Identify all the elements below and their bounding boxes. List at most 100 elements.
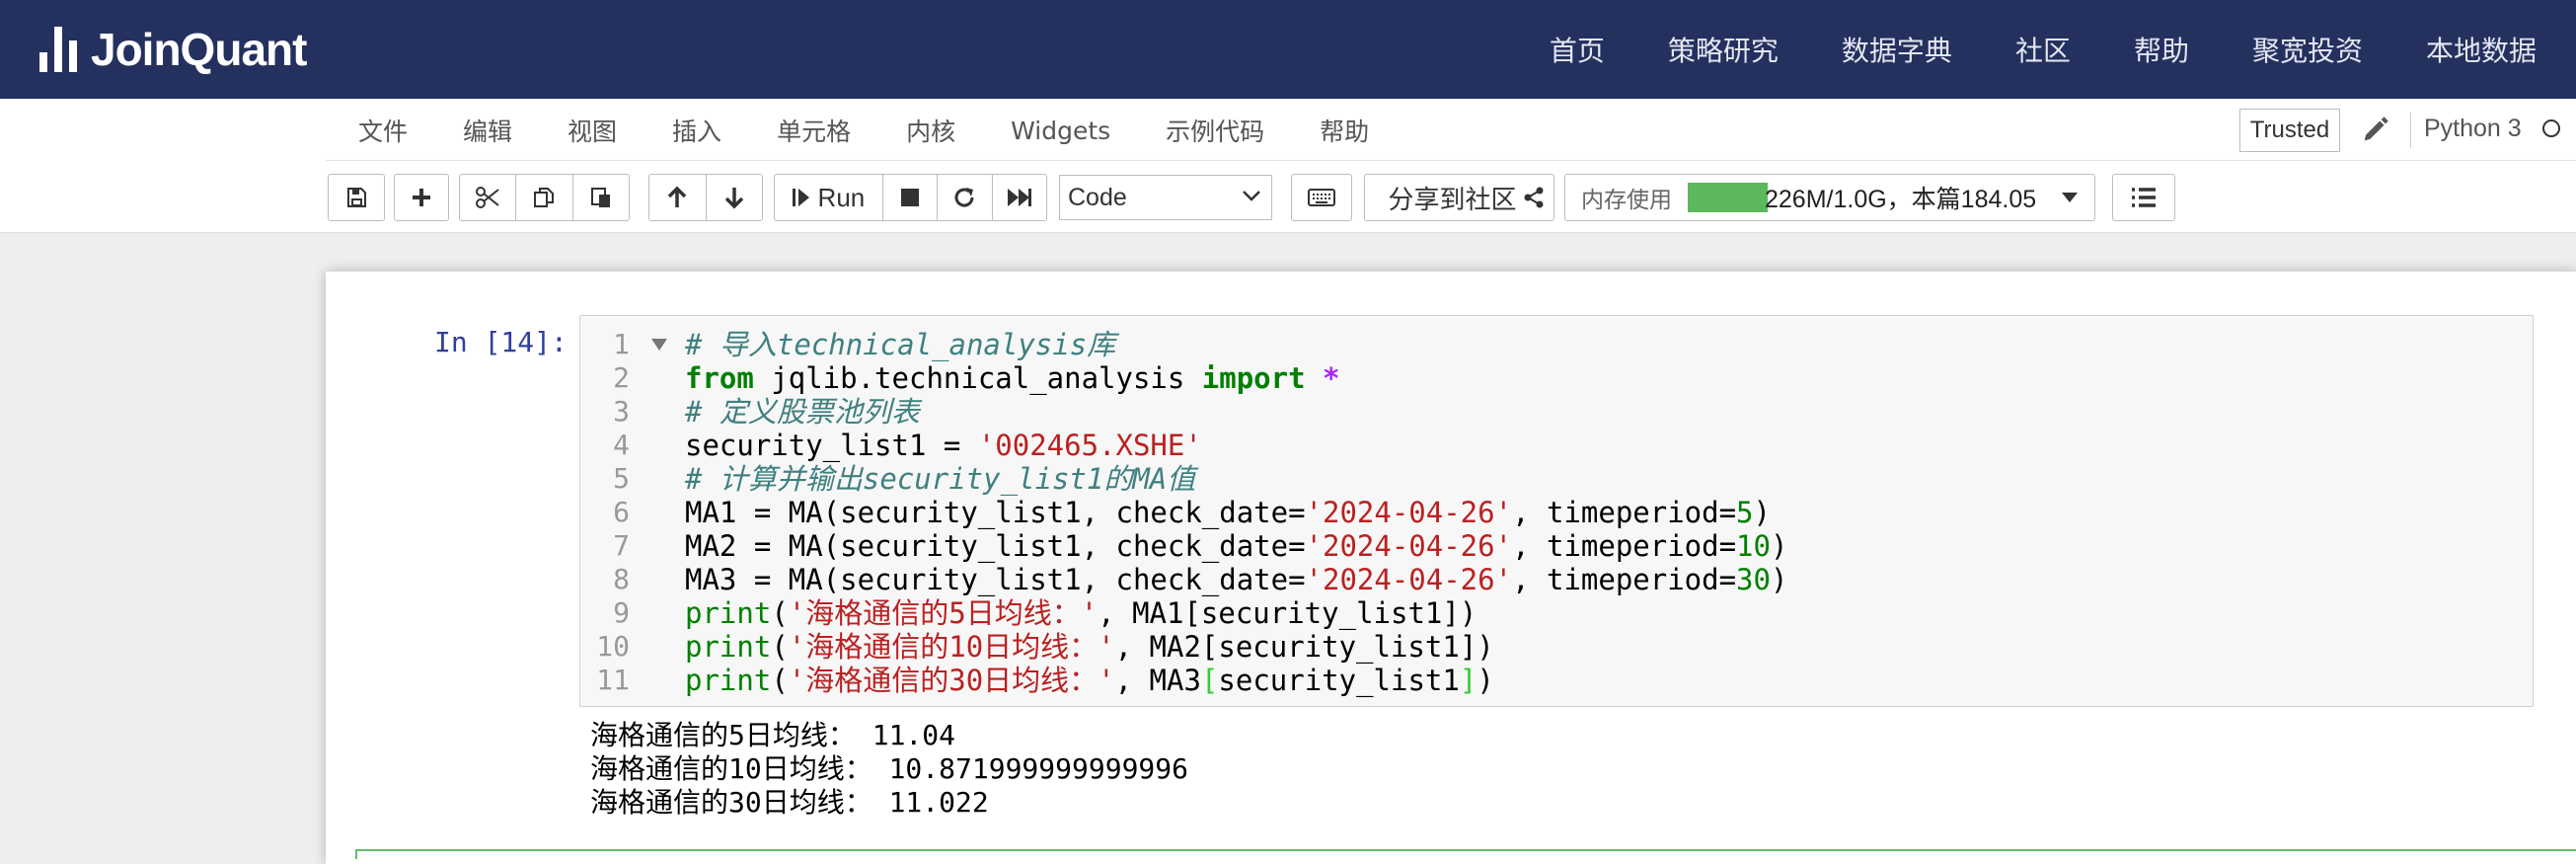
fold-arrow-icon[interactable] [651, 339, 667, 351]
output-line: 海格通信的5日均线： 11.04 [590, 719, 956, 751]
code-token: print [685, 596, 772, 630]
code-line[interactable]: MA1 = MA(security_list1, check_date='202… [685, 496, 1787, 529]
copy-icon [534, 188, 555, 207]
pencil-icon[interactable] [2359, 113, 2392, 146]
share-to-community-button[interactable]: 分享到社区 [1365, 175, 1553, 220]
code-token: # 定义股票池列表 [685, 395, 920, 429]
nav-link-help[interactable]: 帮助 [2134, 30, 2189, 69]
menu-insert[interactable]: 插入 [672, 113, 721, 148]
kernel-name[interactable]: Python 3 [2424, 115, 2522, 143]
code-token: [ [1200, 664, 1219, 697]
code-token: '2024-04-26' [1305, 529, 1513, 563]
code-token: ( [771, 596, 789, 630]
code-line[interactable]: MA3 = MA(security_list1, check_date='202… [685, 563, 1787, 596]
code-token: ) [1770, 563, 1788, 596]
code-line[interactable]: print('海格通信的10日均线：', MA2[security_list1]… [685, 630, 1787, 664]
line-number: 4 [613, 429, 630, 461]
share-icon [1524, 187, 1543, 208]
code-line[interactable]: # 计算并输出security_list1的MA值 [685, 462, 1787, 496]
share-label: 分享到社区 [1388, 185, 1517, 215]
menu-view[interactable]: 视图 [568, 113, 617, 148]
code-token: # 计算并输出security_list1的MA值 [685, 462, 1196, 496]
nav-link-home[interactable]: 首页 [1550, 30, 1605, 69]
cell-type-select[interactable]: Code [1059, 175, 1272, 220]
toc-button-group [2112, 174, 2175, 221]
paste-button[interactable] [573, 175, 629, 220]
code-token: , timeperiod= [1512, 496, 1737, 529]
paste-icon [590, 188, 610, 207]
code-token: ) [1770, 529, 1788, 563]
memory-usage-text: 226M/1.0G，本篇184.05 [1765, 186, 2037, 213]
cell-output: 海格通信的5日均线： 11.04 海格通信的10日均线： 10.871999999… [590, 719, 1188, 820]
code-cell-editor[interactable]: 1 2 3 4 5 6 7 8 9 10 11 # 导入technical_analysis库 fro… [579, 315, 2534, 707]
code-line[interactable]: MA2 = MA(security_list1, check_date='202… [685, 529, 1787, 563]
input-prompt: In [14]: [434, 326, 568, 358]
line-number: 5 [613, 462, 630, 495]
code-token: , MA2[security_list1]) [1114, 630, 1494, 664]
restart-button[interactable] [938, 175, 993, 220]
line-number: 7 [613, 529, 630, 562]
line-number: 3 [613, 395, 630, 428]
code-line[interactable]: print('海格通信的30日均线：', MA3[security_list1]… [685, 664, 1787, 697]
nav-link-strategy-research[interactable]: 策略研究 [1668, 30, 1779, 69]
logo[interactable]: JoinQuant [39, 22, 307, 77]
code-token: MA1 = MA(security_list1, check_date= [685, 496, 1306, 529]
menu-edit[interactable]: 编辑 [463, 113, 512, 148]
command-palette-button[interactable] [1292, 175, 1351, 220]
code-token: , timeperiod= [1512, 529, 1737, 563]
interrupt-button[interactable] [883, 175, 939, 220]
play-icon [792, 189, 809, 206]
table-of-contents-button[interactable] [2113, 175, 2174, 220]
code-token: '2024-04-26' [1305, 563, 1513, 596]
run-button[interactable]: Run [775, 175, 883, 220]
nav-link-community[interactable]: 社区 [2015, 30, 2071, 69]
menu-help[interactable]: 帮助 [1320, 113, 1369, 148]
next-cell-selected-border[interactable] [355, 849, 2576, 859]
copy-button[interactable] [516, 175, 573, 220]
memory-usage-fill [1688, 183, 1769, 212]
code-token: security_list1 = [685, 429, 978, 462]
memory-usage-label: 内存使用 [1581, 188, 1672, 213]
move-down-button[interactable] [707, 175, 763, 220]
move-button-group [648, 174, 763, 221]
top-nav-links: 首页 策略研究 数据字典 社区 帮助 聚宽投资 本地数据 [1486, 0, 2537, 99]
save-icon [347, 188, 366, 207]
code-token: ( [771, 630, 789, 664]
code-content[interactable]: # 导入technical_analysis库 from jqlib.techni… [685, 328, 1787, 697]
code-line[interactable]: print('海格通信的5日均线：', MA1[security_list1]) [685, 596, 1787, 630]
nav-link-local-data[interactable]: 本地数据 [2426, 30, 2537, 69]
code-line[interactable]: # 定义股票池列表 [685, 395, 1787, 429]
restart-run-all-button[interactable] [993, 175, 1046, 220]
menu-examples[interactable]: 示例代码 [1166, 113, 1264, 148]
keyboard-button-group [1291, 174, 1352, 221]
nav-link-joinquant-invest[interactable]: 聚宽投资 [2252, 30, 2363, 69]
kernel-separator [2410, 113, 2411, 148]
menu-widgets[interactable]: Widgets [1011, 117, 1110, 145]
menu-kernel[interactable]: 内核 [906, 113, 955, 148]
logo-mark-icon [39, 27, 77, 72]
keyboard-icon [1308, 189, 1335, 206]
line-number: 6 [613, 496, 630, 528]
code-token: ] [1459, 664, 1477, 697]
menu-cell[interactable]: 单元格 [777, 113, 851, 148]
save-button[interactable] [329, 175, 384, 220]
menubar: 文件 编辑 视图 插入 单元格 内核 Widgets 示例代码 帮助 [326, 101, 2576, 161]
code-line[interactable]: # 导入technical_analysis库 [685, 328, 1787, 361]
code-line[interactable]: from jqlib.technical_analysis import * [685, 361, 1787, 395]
code-token: 5 [1736, 496, 1754, 529]
move-up-button[interactable] [649, 175, 707, 220]
trusted-indicator[interactable]: Trusted [2239, 109, 2340, 152]
code-line[interactable]: security_list1 = '002465.XSHE' [685, 429, 1787, 462]
menu-file[interactable]: 文件 [358, 113, 408, 148]
cut-button[interactable] [460, 175, 517, 220]
code-token: , timeperiod= [1512, 563, 1737, 596]
insert-cell-button[interactable] [395, 175, 448, 220]
memory-dropdown-toggle[interactable] [2053, 175, 2086, 220]
code-token: , MA1[security_list1]) [1098, 596, 1477, 630]
list-icon [2132, 188, 2156, 207]
code-token: MA3 = MA(security_list1, check_date= [685, 563, 1306, 596]
output-line: 海格通信的30日均线： 11.022 [590, 786, 989, 819]
nav-link-data-dictionary[interactable]: 数据字典 [1842, 30, 1952, 69]
line-number: 10 [596, 630, 630, 663]
